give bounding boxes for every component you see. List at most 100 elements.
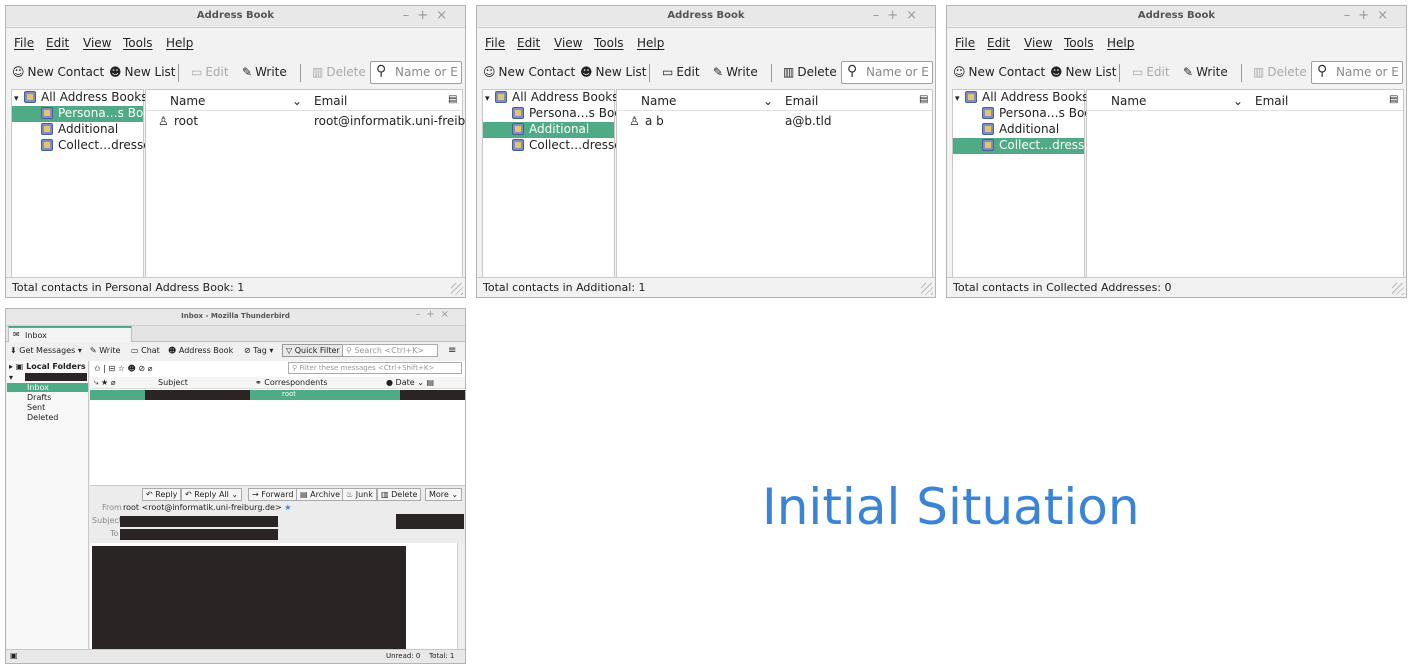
menu-edit[interactable]: Edit bbox=[517, 36, 540, 50]
search-input[interactable]: ⚲ Name or E bbox=[370, 61, 462, 84]
scrollbar[interactable] bbox=[457, 543, 465, 649]
window-controls[interactable]: –+× bbox=[403, 8, 455, 23]
new-list-button[interactable]: ☻ New List bbox=[1050, 65, 1116, 79]
new-contact-button[interactable]: ☺ New Contact bbox=[953, 65, 1045, 79]
reply-button[interactable]: ↶ Reply bbox=[142, 488, 182, 501]
new-contact-button[interactable]: ☺ New Contact bbox=[483, 65, 575, 79]
column-name[interactable]: Name bbox=[1111, 94, 1146, 108]
delete-button[interactable]: ▥ Delete bbox=[377, 488, 422, 501]
column-correspondents[interactable]: ⚭ Correspondents bbox=[255, 378, 328, 387]
tree-item-all[interactable]: ▾ All Address Books bbox=[483, 90, 618, 106]
menu-view[interactable]: View bbox=[554, 36, 582, 50]
delete-button[interactable]: ▥ Delete bbox=[312, 65, 366, 79]
resize-grip-icon[interactable] bbox=[1392, 283, 1404, 295]
tree-item-personal[interactable]: Persona…s Book bbox=[483, 106, 629, 122]
tree-item-additional[interactable]: Additional bbox=[953, 122, 1084, 138]
column-email[interactable]: Email bbox=[1255, 94, 1288, 108]
expand-icon[interactable]: ▾ bbox=[9, 373, 13, 382]
window-controls[interactable]: –+× bbox=[415, 309, 455, 320]
get-messages-button[interactable]: ⬇ Get Messages ▾ bbox=[10, 346, 82, 355]
tree-item-all[interactable]: ▾ All Address Books bbox=[953, 90, 1088, 106]
forward-button[interactable]: → Forward bbox=[248, 488, 298, 501]
column-picker-icon[interactable]: ▤ bbox=[448, 94, 457, 105]
junk-button[interactable]: ♨ Junk bbox=[342, 488, 377, 501]
quick-filter-icons[interactable]: ✩ | ⊟ ☆ ☻ ⊘ ⌀ bbox=[94, 364, 152, 373]
tree-item-collected[interactable]: Collect…dresses bbox=[483, 138, 628, 154]
write-button[interactable]: ✎ Write bbox=[242, 65, 287, 79]
edit-button[interactable]: ▭ Edit bbox=[1132, 65, 1170, 79]
star-icon[interactable]: ★ bbox=[284, 503, 291, 512]
menu-edit[interactable]: Edit bbox=[987, 36, 1010, 50]
window-controls[interactable]: –+× bbox=[873, 8, 925, 23]
delete-button[interactable]: ▥ Delete bbox=[783, 65, 837, 79]
account-local-folders[interactable]: ▸ ▣ Local Folders bbox=[9, 362, 86, 371]
expand-icon[interactable]: ▾ bbox=[14, 94, 24, 104]
search-input[interactable]: ⚲ Name or E bbox=[1311, 61, 1403, 84]
column-email[interactable]: Email bbox=[785, 94, 818, 108]
edit-button[interactable]: ▭ Edit bbox=[191, 65, 229, 79]
write-button[interactable]: ✎ Write bbox=[713, 65, 758, 79]
menu-file[interactable]: File bbox=[14, 36, 34, 50]
address-book-button[interactable]: ☻ Address Book bbox=[168, 346, 233, 355]
quick-filter-button[interactable]: ▽ Quick Filter bbox=[282, 344, 344, 357]
activity-icon[interactable]: ▣ bbox=[10, 651, 18, 660]
column-email[interactable]: Email bbox=[314, 94, 347, 108]
resize-grip-icon[interactable] bbox=[921, 283, 933, 295]
menu-help[interactable]: Help bbox=[166, 36, 193, 50]
folder-item-deleted[interactable]: Deleted bbox=[27, 413, 58, 422]
menu-file[interactable]: File bbox=[955, 36, 975, 50]
write-button[interactable]: ✎ Write bbox=[90, 346, 120, 355]
menu-help[interactable]: Help bbox=[637, 36, 664, 50]
menu-tools[interactable]: Tools bbox=[594, 36, 624, 50]
new-list-button[interactable]: ☻ New List bbox=[109, 65, 175, 79]
folder-item-sent[interactable]: Sent bbox=[27, 403, 45, 412]
table-row[interactable]: root bbox=[90, 390, 465, 400]
thread-icons[interactable]: ⤷ ★ ⌀ bbox=[94, 378, 116, 388]
column-subject[interactable]: Subject bbox=[158, 378, 188, 387]
from-value[interactable]: root <root@informatik.uni-freiburg.de> ★ bbox=[123, 503, 291, 512]
tree-item-collected[interactable]: Collect…dresses bbox=[953, 138, 1098, 154]
menu-edit[interactable]: Edit bbox=[46, 36, 69, 50]
table-row[interactable]: ♙ root root@informatik.uni-freiburg.de bbox=[146, 112, 465, 130]
chat-button[interactable]: ▭ Chat bbox=[131, 346, 160, 355]
sort-chevron-icon[interactable]: ⌄ bbox=[292, 94, 302, 108]
tree-item-additional[interactable]: Additional bbox=[12, 122, 143, 138]
write-button[interactable]: ✎ Write bbox=[1183, 65, 1228, 79]
menu-file[interactable]: File bbox=[485, 36, 505, 50]
sort-chevron-icon[interactable]: ⌄ bbox=[763, 94, 773, 108]
window-controls[interactable]: –+× bbox=[1344, 8, 1396, 23]
tag-button[interactable]: ⊘ Tag ▾ bbox=[244, 346, 273, 355]
menu-view[interactable]: View bbox=[83, 36, 111, 50]
delete-button[interactable]: ▥ Delete bbox=[1253, 65, 1307, 79]
more-button[interactable]: More ⌄ bbox=[425, 488, 463, 501]
filter-input[interactable]: ⚲ Filter these messages <Ctrl+Shift+K> bbox=[288, 362, 462, 374]
tree-item-additional[interactable]: Additional bbox=[483, 122, 614, 138]
sort-chevron-icon[interactable]: ⌄ bbox=[1233, 94, 1243, 108]
reply-all-button[interactable]: ↶ Reply All ⌄ bbox=[181, 488, 243, 501]
archive-button[interactable]: ▤ Archive bbox=[296, 488, 345, 501]
table-row[interactable]: ♙ a b a@b.tld bbox=[617, 112, 932, 130]
resize-grip-icon[interactable] bbox=[451, 283, 463, 295]
expand-icon[interactable]: ▾ bbox=[485, 94, 495, 104]
tree-item-personal[interactable]: Persona…s Book bbox=[12, 106, 158, 122]
expand-icon[interactable]: ▾ bbox=[955, 94, 965, 104]
tab-inbox[interactable]: ✉ Inbox bbox=[8, 326, 132, 342]
column-name[interactable]: Name bbox=[641, 94, 676, 108]
folder-item-inbox[interactable]: Inbox bbox=[7, 383, 88, 392]
menu-tools[interactable]: Tools bbox=[123, 36, 153, 50]
column-picker-icon[interactable]: ▤ bbox=[919, 94, 928, 105]
new-contact-button[interactable]: ☺ New Contact bbox=[12, 65, 104, 79]
menu-view[interactable]: View bbox=[1024, 36, 1052, 50]
tree-item-collected[interactable]: Collect…dresses bbox=[12, 138, 157, 154]
column-date[interactable]: ● Date ⌄ ▤ bbox=[386, 378, 434, 387]
menu-tools[interactable]: Tools bbox=[1064, 36, 1094, 50]
folder-item-drafts[interactable]: Drafts bbox=[27, 393, 51, 402]
edit-button[interactable]: ▭ Edit bbox=[662, 65, 700, 79]
new-list-button[interactable]: ☻ New List bbox=[580, 65, 646, 79]
search-input[interactable]: ⚲ Name or E bbox=[841, 61, 933, 84]
column-name[interactable]: Name bbox=[170, 94, 205, 108]
menu-help[interactable]: Help bbox=[1107, 36, 1134, 50]
search-input[interactable]: ⚲ Search <Ctrl+K> bbox=[342, 344, 438, 357]
menu-icon[interactable]: ≡ bbox=[448, 345, 456, 356]
column-picker-icon[interactable]: ▤ bbox=[1389, 94, 1398, 105]
